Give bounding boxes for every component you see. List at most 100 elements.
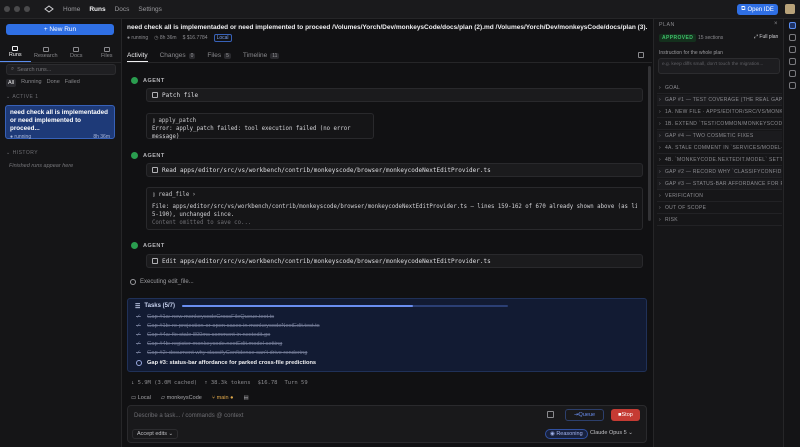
- tool-row-patch[interactable]: Patch file: [146, 88, 643, 102]
- new-run-button[interactable]: + New Run: [6, 24, 114, 35]
- filter-running[interactable]: Running: [21, 79, 42, 87]
- expand-icon[interactable]: [638, 52, 644, 58]
- env-selector[interactable]: ▭ Local: [131, 395, 151, 401]
- plan-section-item[interactable]: › GAP #1 — TEST COVERAGE (THE REAL GAP): [657, 95, 782, 106]
- nav-docs[interactable]: Docs: [115, 6, 130, 13]
- plan-section-label: GAP #2 — RECORD WHY `CLASSIFYCONFIDEN...: [664, 169, 782, 175]
- active-section-header[interactable]: ⌄ ACTIVE 1: [6, 94, 39, 100]
- tool-call-name: read_file: [158, 192, 190, 198]
- tab-files[interactable]: Files 5: [207, 49, 231, 62]
- plan-section-item[interactable]: › GAP #3 — STATUS-BAR AFFORDANCE FOR P...: [657, 179, 782, 190]
- history-section-header[interactable]: ⌄ HISTORY: [6, 150, 38, 156]
- repo-selector[interactable]: ▱ monkeysCode: [161, 395, 202, 401]
- document-icon[interactable]: [789, 70, 796, 77]
- plan-section-item[interactable]: › GAP #2 — RECORD WHY `CLASSIFYCONFIDEN..…: [657, 167, 782, 178]
- plan-sections-count: 15 sections: [698, 35, 724, 41]
- app-window: Home Runs Docs Settings ⧉ Open IDE + New …: [0, 0, 800, 447]
- open-ide-label: Open IDE: [747, 6, 774, 13]
- tab-docs-label: Docs: [69, 52, 83, 59]
- model-selector[interactable]: Claude Opus 5 ⌄: [590, 430, 633, 436]
- plan-section-item[interactable]: › GOAL: [657, 83, 782, 94]
- repo-label: monkeysCode: [166, 395, 202, 401]
- run-title: need check all is implementaded or need …: [127, 24, 647, 31]
- tab-timeline-label: Timeline: [242, 52, 268, 59]
- nav-settings[interactable]: Settings: [138, 6, 162, 13]
- avatar[interactable]: [785, 4, 795, 14]
- plan-section-item[interactable]: › GAP #4 — TWO COSMETIC FIXES: [657, 131, 782, 142]
- tab-docs[interactable]: Docs: [61, 43, 92, 62]
- app-logo-icon: [44, 5, 54, 13]
- plan-section-item[interactable]: › RISK: [657, 215, 782, 226]
- filter-all[interactable]: All: [6, 79, 17, 87]
- run-status-text: running: [131, 35, 149, 41]
- task-item: ✓ Gap #4b: register monkeycode.nextEdit.m…: [136, 341, 282, 347]
- accept-edits-dropdown[interactable]: Accept edits ⌄: [132, 429, 179, 439]
- plan-section-item[interactable]: › VERIFICATION: [657, 191, 782, 202]
- tasks-header[interactable]: ☰ Tasks (5/7): [135, 303, 175, 310]
- sidebar-tabs: Runs Research Docs Files: [0, 43, 122, 63]
- tab-activity[interactable]: Activity: [127, 49, 148, 62]
- composer-input[interactable]: Describe a task... / commands @ context: [134, 413, 243, 419]
- window-control-minimize[interactable]: [14, 6, 20, 12]
- history-empty-text: Finished runs appear here: [9, 163, 74, 169]
- queue-button[interactable]: ⇥ Queue: [565, 409, 604, 421]
- right-icon-rail: [783, 19, 800, 447]
- terminal-icon[interactable]: [789, 82, 796, 89]
- tool-row-edit[interactable]: Edit apps/editor/src/vs/workbench/contri…: [146, 254, 643, 268]
- usage-stats: ↓ 5.9M (3.0M cached) ↑ 38.3k tokens $16.…: [131, 380, 308, 386]
- full-plan-button[interactable]: ⤢ Full plan: [754, 34, 778, 40]
- folder-icon: ▱: [160, 395, 166, 401]
- plan-section-item[interactable]: › 4B. `MONKEYCODE.NEXTEDIT.MODEL` SETTI..…: [657, 155, 782, 166]
- tab-files[interactable]: Files: [92, 43, 123, 62]
- plan-section-item[interactable]: › 1B. EXTEND `TEST/COMMON/MONKEYSCODE...: [657, 119, 782, 130]
- agent-label: AGENT: [131, 152, 165, 159]
- tool-name: Read apps/editor/src/vs/workbench/contri…: [162, 166, 491, 174]
- task-item-current: Gap #3: status-bar affordance for parked…: [136, 360, 316, 366]
- attachment-icon[interactable]: [789, 58, 796, 65]
- agent-label: AGENT: [131, 77, 165, 84]
- tab-runs[interactable]: Runs: [0, 43, 31, 62]
- tab-research[interactable]: Research: [31, 43, 62, 62]
- external-icon: ⧉: [741, 6, 746, 12]
- message-icon[interactable]: [789, 34, 796, 41]
- plan-section-item[interactable]: › 4A. STALE COMMENT IN `SERVICES/MODEL-..…: [657, 143, 782, 154]
- file-icon: [152, 258, 158, 264]
- filter-failed[interactable]: Failed: [65, 79, 80, 87]
- open-ide-button[interactable]: ⧉ Open IDE: [737, 4, 778, 15]
- plan-icon[interactable]: [789, 22, 796, 29]
- chevron-down-icon: ⌄: [6, 150, 11, 156]
- task-item: ✓ Gap #4a: fix stale 800ms comment in nex…: [136, 332, 270, 338]
- window-control-close[interactable]: [4, 6, 10, 12]
- tab-changes[interactable]: Changes 0: [160, 49, 196, 62]
- reasoning-toggle[interactable]: ◉ Reasoning: [545, 429, 588, 439]
- plan-section-item[interactable]: › 1A. NEW FILE · APPS/EDITOR/SRC/VS/MONKE…: [657, 107, 782, 118]
- nav-runs[interactable]: Runs: [89, 6, 105, 13]
- active-run-card[interactable]: need check all is implementaded or need …: [5, 105, 115, 140]
- run-status-text: running: [14, 134, 32, 140]
- task-label: Gap #4a: fix stale 800ms comment in next…: [147, 332, 271, 338]
- tab-timeline-count: 11: [270, 52, 280, 59]
- branch-selector[interactable]: ⑂ main ●: [212, 395, 234, 401]
- plan-section-label: 1A. NEW FILE · APPS/EDITOR/SRC/VS/MONKE.…: [664, 109, 782, 115]
- chevron-right-icon: ›: [659, 133, 661, 139]
- nav-home[interactable]: Home: [63, 6, 80, 13]
- lightbulb-icon[interactable]: [789, 46, 796, 53]
- tool-row-read[interactable]: Read apps/editor/src/vs/workbench/contri…: [146, 163, 643, 177]
- plan-section-item[interactable]: › OUT OF SCOPE: [657, 203, 782, 214]
- clipboard-icon[interactable]: ▤: [243, 395, 248, 401]
- file-icon: [152, 167, 158, 173]
- close-icon[interactable]: ×: [774, 21, 778, 27]
- branch-label: main: [216, 395, 229, 401]
- tab-timeline[interactable]: Timeline 11: [243, 49, 280, 62]
- stop-button[interactable]: ■ Stop: [611, 409, 640, 421]
- instruction-input[interactable]: e.g. keep diffs small, don't touch the m…: [658, 58, 780, 74]
- full-plan-label: Full plan: [759, 34, 779, 40]
- scrollbar[interactable]: [648, 66, 651, 221]
- image-attach-icon[interactable]: [547, 411, 554, 418]
- agent-label-text: AGENT: [143, 242, 165, 249]
- window-control-zoom[interactable]: [24, 6, 30, 12]
- filter-done[interactable]: Done: [47, 79, 60, 87]
- search-input[interactable]: ⌕ Search runs...: [6, 64, 116, 75]
- top-bar: Home Runs Docs Settings ⧉ Open IDE: [0, 0, 800, 19]
- run-status: ● running: [10, 134, 32, 140]
